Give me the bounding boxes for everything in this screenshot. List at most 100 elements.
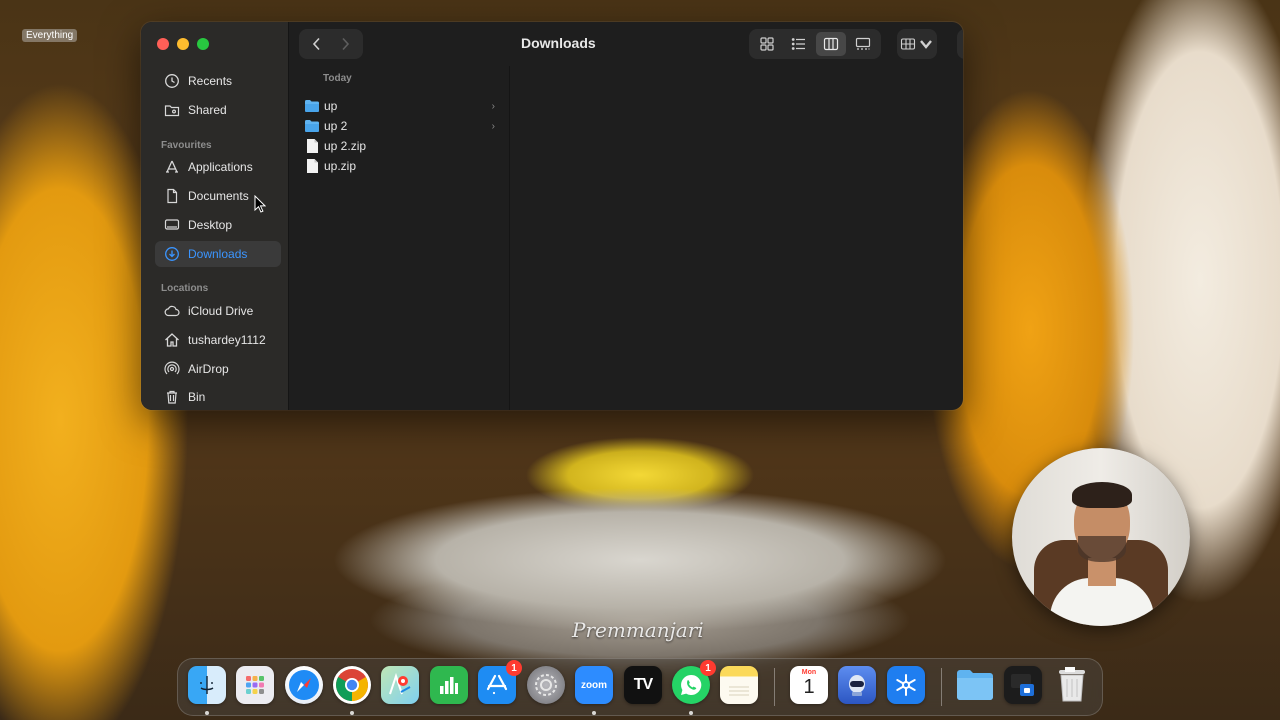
forward-button[interactable] xyxy=(331,32,359,56)
chevron-right-icon: › xyxy=(491,100,495,112)
share-button[interactable] xyxy=(960,32,963,56)
sidebar-item-label: Desktop xyxy=(188,218,233,232)
clock-icon xyxy=(163,73,180,90)
minimize-button[interactable] xyxy=(177,38,189,50)
finder-toolbar: Downloads xyxy=(289,22,963,66)
close-button[interactable] xyxy=(157,38,169,50)
gallery-icon xyxy=(855,37,871,50)
sidebar-item-recents[interactable]: Recents xyxy=(155,68,281,94)
zoom-icon[interactable]: zoom xyxy=(575,666,613,704)
file-row-up[interactable]: up › xyxy=(303,96,503,116)
calendar-day: 1 xyxy=(803,676,815,698)
file-name: up.zip xyxy=(324,159,357,173)
sidebar-item-shared[interactable]: Shared xyxy=(155,97,281,123)
calendar-month: Mon xyxy=(801,669,817,676)
notification-badge: 1 xyxy=(506,660,522,676)
everything-tag: Everything xyxy=(22,29,78,42)
file-row-up-2-zip[interactable]: up 2.zip xyxy=(303,136,503,156)
numbers-icon[interactable] xyxy=(430,666,468,704)
settings-icon[interactable] xyxy=(527,666,565,704)
finder-window: Recents Shared Favourites Applications D… xyxy=(141,22,963,410)
sidebar-item-label: Recents xyxy=(188,74,233,88)
sidebar-item-applications[interactable]: Applications xyxy=(155,154,281,180)
safari-icon[interactable] xyxy=(285,666,323,704)
empty-column-area[interactable] xyxy=(510,66,963,410)
file-column: Today up › up 2 › up 2.zip up.zip xyxy=(289,66,510,410)
sidebar-item-downloads[interactable]: Downloads xyxy=(155,241,281,267)
list-view-button[interactable] xyxy=(784,32,814,56)
folder-icon[interactable] xyxy=(956,666,994,704)
stack-icon[interactable] xyxy=(1004,666,1042,704)
sidebar-item-bin[interactable]: Bin xyxy=(155,384,281,410)
action-buttons xyxy=(957,29,963,59)
column-header-today: Today xyxy=(323,73,352,84)
file-row-up-2[interactable]: up 2 › xyxy=(303,116,503,136)
grid-icon xyxy=(760,37,774,51)
back-button[interactable] xyxy=(303,32,331,56)
maps-icon[interactable] xyxy=(381,666,419,704)
trash-icon[interactable] xyxy=(1053,666,1091,704)
view-mode-selector xyxy=(749,29,881,59)
chevron-down-icon xyxy=(920,40,932,49)
chrome-icon[interactable] xyxy=(333,666,371,704)
shared-folder-icon xyxy=(163,102,180,119)
mouse-cursor-icon xyxy=(254,195,266,213)
dock-separator xyxy=(941,668,942,706)
sidebar-item-label: iCloud Drive xyxy=(188,304,254,318)
columns-icon xyxy=(823,37,839,51)
tradingview-icon[interactable]: TV xyxy=(624,666,662,704)
applications-icon xyxy=(163,159,180,176)
sidebar-item-label: AirDrop xyxy=(188,362,229,376)
automator-icon[interactable] xyxy=(838,666,876,704)
zoom-button[interactable] xyxy=(197,38,209,50)
window-title: Downloads xyxy=(521,35,596,51)
file-name: up 2.zip xyxy=(324,139,367,153)
sidebar-item-airdrop[interactable]: AirDrop xyxy=(155,356,281,382)
sidebar-item-label: Bin xyxy=(188,390,206,404)
notification-badge: 1 xyxy=(700,660,716,676)
desktop-icon xyxy=(163,217,180,234)
app-store-icon[interactable]: 1 xyxy=(478,660,522,704)
sidebar-item-home[interactable]: tushardey1112 xyxy=(155,327,281,353)
chevron-right-icon xyxy=(342,37,350,51)
calendar-icon[interactable]: Mon 1 xyxy=(790,666,828,704)
sidebar-item-icloud-drive[interactable]: iCloud Drive xyxy=(155,298,281,324)
locations-title: Locations xyxy=(161,283,209,294)
sidebar-item-desktop[interactable]: Desktop xyxy=(155,212,281,238)
running-indicator xyxy=(592,711,596,715)
icon-view-button[interactable] xyxy=(752,32,782,56)
webcam-overlay xyxy=(1012,448,1190,626)
file-name: up xyxy=(324,99,338,113)
folder-icon xyxy=(305,99,319,113)
whatsapp-icon[interactable]: 1 xyxy=(672,660,716,704)
folder-icon xyxy=(305,119,319,133)
sidebar-item-label: Downloads xyxy=(188,247,248,261)
navigation-buttons xyxy=(299,29,363,59)
cloud-icon xyxy=(163,303,180,320)
sidebar-item-label: Documents xyxy=(188,189,249,203)
zip-file-icon xyxy=(305,159,319,173)
download-icon xyxy=(163,246,180,263)
sidebar-item-label: tushardey1112 xyxy=(188,333,266,347)
group-grid-icon xyxy=(900,38,916,50)
watermark: Premmanjari xyxy=(572,618,704,642)
dock-separator xyxy=(774,668,775,706)
column-view-button[interactable] xyxy=(816,32,846,56)
gallery-view-button[interactable] xyxy=(848,32,878,56)
running-indicator xyxy=(350,711,354,715)
group-by-button[interactable] xyxy=(897,29,937,59)
notes-icon[interactable] xyxy=(720,666,758,704)
airdrop-icon xyxy=(163,361,180,378)
sidebar-item-label: Shared xyxy=(188,103,227,117)
home-icon xyxy=(163,332,180,349)
trash-icon xyxy=(163,389,180,406)
document-icon xyxy=(163,188,180,205)
finder-icon[interactable] xyxy=(188,666,226,704)
snowflake-icon[interactable] xyxy=(887,666,925,704)
launchpad-icon[interactable] xyxy=(236,666,274,704)
list-icon xyxy=(791,38,805,50)
running-indicator xyxy=(205,711,209,715)
chevron-left-icon xyxy=(312,37,320,51)
finder-sidebar: Recents Shared Favourites Applications D… xyxy=(141,22,289,410)
file-row-up-zip[interactable]: up.zip xyxy=(303,156,503,176)
